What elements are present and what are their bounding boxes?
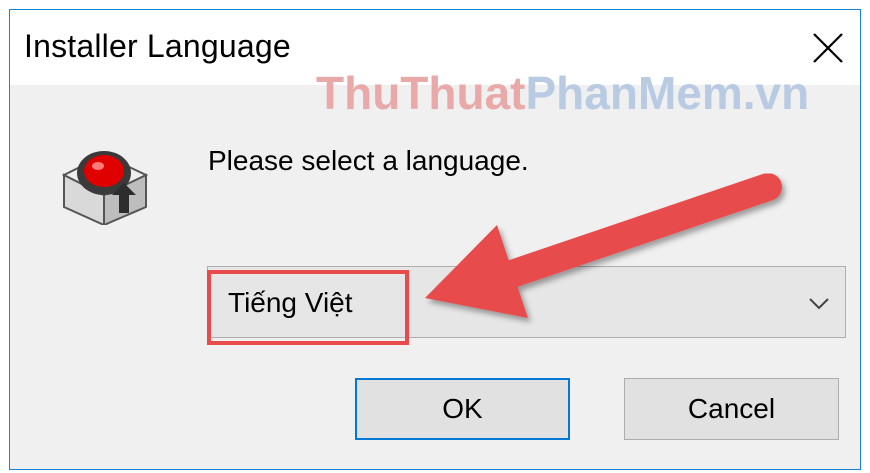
prompt-text: Please select a language. xyxy=(208,145,529,176)
highlight-annotation xyxy=(207,270,409,345)
close-icon xyxy=(813,32,843,63)
cancel-button[interactable]: Cancel xyxy=(624,378,839,440)
window-title: Installer Language xyxy=(24,28,291,64)
chevron-down-icon xyxy=(809,298,829,310)
watermark-part-a: ThuThuat xyxy=(316,67,526,119)
installer-box-icon xyxy=(61,151,149,225)
ok-button[interactable]: OK xyxy=(355,378,570,440)
watermark: ThuThuatPhanMem.vn xyxy=(316,66,809,120)
watermark-part-b: PhanMem.vn xyxy=(525,67,810,119)
